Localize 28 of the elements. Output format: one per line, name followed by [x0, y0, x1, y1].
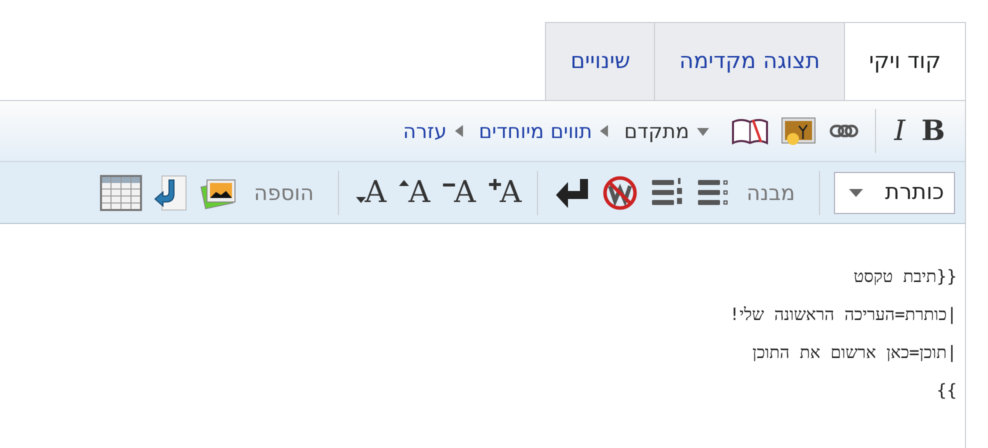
section-link[interactable]: מתקדם — [624, 119, 690, 143]
big-text-button[interactable]: A — [482, 178, 528, 208]
section-link[interactable]: תווים מיוחדים — [478, 119, 592, 143]
expanded-triangle-icon[interactable] — [697, 128, 710, 136]
code-line: |תוכן=כאן ארשום את התוכן — [752, 342, 958, 365]
tab[interactable]: תצוגה מקדימה — [654, 22, 845, 100]
image-icon[interactable] — [781, 117, 818, 145]
code-line: {{תיבת טקסט — [854, 266, 958, 289]
tab[interactable]: קוד ויקי — [844, 22, 966, 100]
book-icon[interactable] — [731, 116, 770, 146]
chain-link-icon[interactable] — [829, 123, 860, 139]
section-link[interactable]: עזרה — [402, 119, 447, 143]
no-wiki-icon[interactable] — [602, 174, 638, 210]
group-label: הוספה — [254, 180, 314, 204]
tab[interactable]: שינויים — [545, 22, 656, 100]
collapsed-triangle-icon[interactable] — [454, 125, 463, 137]
redirect-icon[interactable] — [154, 174, 188, 212]
code-line: }} — [936, 380, 958, 403]
subscript-button[interactable]: A — [348, 178, 392, 208]
table-icon[interactable] — [100, 174, 142, 210]
superscript-button[interactable]: A — [392, 178, 436, 208]
italic-button[interactable]: I — [886, 117, 914, 145]
small-text-button[interactable]: A — [436, 178, 482, 208]
group-label: מבנה — [746, 180, 796, 204]
bold-button[interactable]: B — [913, 117, 953, 145]
heading-dropdown[interactable]: כותרת — [834, 172, 955, 214]
collapsed-triangle-icon[interactable] — [600, 125, 608, 137]
code-line: |כותרת=העריכה הראשונה שלי! — [729, 304, 958, 327]
